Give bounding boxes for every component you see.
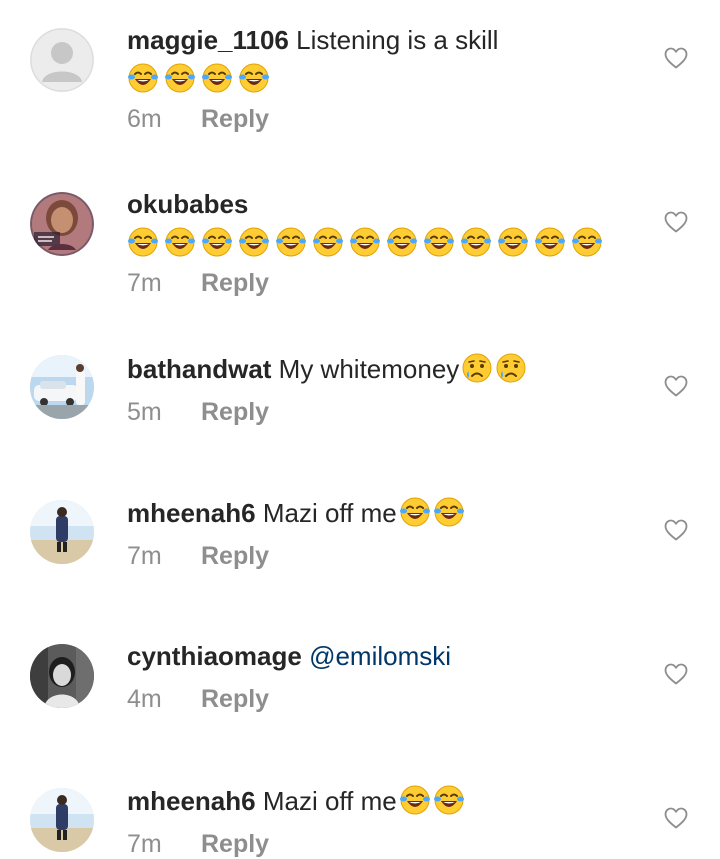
face-with-tears-of-joy-icon [275, 226, 307, 258]
avatar[interactable] [30, 28, 94, 92]
comment-text [302, 641, 309, 671]
face-with-tears-of-joy-icon [399, 496, 431, 528]
comment-username[interactable]: maggie_1106 [127, 25, 289, 55]
face-with-tears-of-joy-icon [127, 226, 159, 258]
mention-link[interactable]: @emilomski [309, 641, 451, 671]
comment-time: 6m [127, 105, 162, 133]
comment-username[interactable]: bathandwat [127, 354, 271, 384]
comment-time: 7m [127, 542, 162, 570]
face-with-tears-of-joy-icon [433, 784, 465, 816]
reply-button[interactable]: Reply [201, 685, 269, 713]
reply-button[interactable]: Reply [201, 398, 269, 426]
face-with-tears-of-joy-icon [238, 226, 270, 258]
face-with-tears-of-joy-icon [238, 62, 270, 94]
face-with-tears-of-joy-icon [127, 62, 159, 94]
emoji-row [127, 226, 650, 258]
heart-outline-icon[interactable] [664, 211, 688, 233]
comment-username[interactable]: mheenah6 [127, 498, 256, 528]
comment-text: Mazi off me [255, 498, 397, 528]
crying-face-icon [461, 352, 493, 384]
emoji-row [127, 62, 650, 94]
avatar-photo [30, 500, 94, 564]
face-with-tears-of-joy-icon [164, 62, 196, 94]
face-with-tears-of-joy-icon [386, 226, 418, 258]
avatar-photo [30, 355, 94, 419]
crying-face-icon [495, 352, 527, 384]
comment-time: 7m [127, 830, 162, 858]
heart-outline-icon[interactable] [664, 519, 688, 541]
reply-button[interactable]: Reply [201, 830, 269, 858]
comment-text: My whitemoney [271, 354, 460, 384]
avatar-photo [30, 788, 94, 852]
face-with-tears-of-joy-icon [312, 226, 344, 258]
face-with-tears-of-joy-icon [534, 226, 566, 258]
reply-button[interactable]: Reply [201, 542, 269, 570]
face-with-tears-of-joy-icon [201, 62, 233, 94]
face-with-tears-of-joy-icon [423, 226, 455, 258]
avatar-photo [30, 192, 94, 256]
face-with-tears-of-joy-icon [349, 226, 381, 258]
avatar[interactable] [30, 355, 94, 419]
reply-button[interactable]: Reply [201, 269, 269, 297]
heart-outline-icon[interactable] [664, 47, 688, 69]
avatar[interactable] [30, 644, 94, 708]
heart-outline-icon[interactable] [664, 375, 688, 397]
reply-button[interactable]: Reply [201, 105, 269, 133]
heart-outline-icon[interactable] [664, 663, 688, 685]
face-with-tears-of-joy-icon [433, 496, 465, 528]
face-with-tears-of-joy-icon [399, 784, 431, 816]
face-with-tears-of-joy-icon [571, 226, 603, 258]
avatar[interactable] [30, 192, 94, 256]
face-with-tears-of-joy-icon [201, 226, 233, 258]
default-avatar-icon [30, 28, 94, 92]
avatar[interactable] [30, 500, 94, 564]
comment-time: 5m [127, 398, 162, 426]
comment-text: Listening is a skill [288, 25, 499, 55]
comment-username[interactable]: okubabes [127, 189, 248, 219]
heart-outline-icon[interactable] [664, 807, 688, 829]
comment-username[interactable]: mheenah6 [127, 786, 256, 816]
face-with-tears-of-joy-icon [164, 226, 196, 258]
avatar-photo [30, 644, 94, 708]
face-with-tears-of-joy-icon [497, 226, 529, 258]
comment-username[interactable]: cynthiaomage [127, 641, 302, 671]
comment-time: 4m [127, 685, 162, 713]
comment-time: 7m [127, 269, 162, 297]
avatar[interactable] [30, 788, 94, 852]
face-with-tears-of-joy-icon [460, 226, 492, 258]
comment-text: Mazi off me [255, 786, 397, 816]
